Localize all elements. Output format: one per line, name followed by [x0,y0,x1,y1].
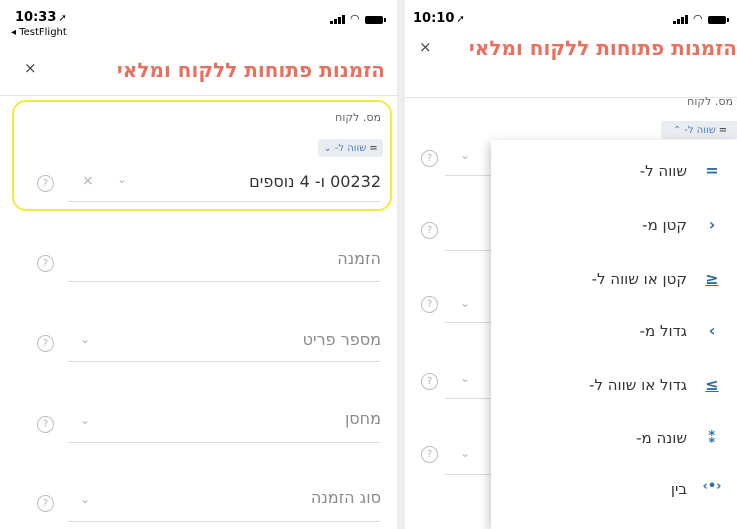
operator-chip-label: שווה ל- [334,142,367,154]
wifi-icon: ◠ [350,12,360,25]
operator-chip[interactable]: = שווה ל- ⌄ [318,139,383,157]
location-arrow-icon: ➚ [456,14,465,25]
status-icons: ◠ [673,12,729,25]
menu-item-label: גדול מ- [639,322,687,340]
chevron-down-icon[interactable]: ⌄ [460,296,470,310]
chevron-down-icon[interactable]: ⌄ [80,332,90,346]
menu-item-less-than[interactable]: › קטן מ- [491,202,737,252]
help-icon[interactable]: ? [421,150,438,167]
help-icon[interactable]: ? [37,495,54,512]
operator-chip-label: שווה ל- [684,124,716,136]
menu-item-greater-than[interactable]: ‹ גדול מ- [491,308,737,358]
close-button[interactable]: × [419,38,432,56]
status-icons: ◠ [330,12,386,25]
help-icon[interactable]: ? [421,296,438,313]
field-underline [445,175,491,176]
page-title: הזמנות פתוחות ללקוח ומלאי [468,36,737,60]
close-button[interactable]: × [24,59,37,77]
status-time: 10:33 ➚ [15,10,67,25]
signal-icon [330,15,345,24]
battery-icon [364,16,386,24]
help-icon[interactable]: ? [37,255,54,272]
equals-icon: = [369,142,378,154]
chevron-down-icon[interactable]: ⌄ [460,371,470,385]
help-icon[interactable]: ? [37,175,54,192]
chevron-down-icon[interactable]: ⌄ [117,172,127,186]
less-than-icon: › [708,215,716,234]
customer-number-value[interactable]: 00232 ו- 4 נוספים [249,172,381,191]
chevron-down-icon[interactable]: ⌄ [80,413,90,427]
screen-filter-form: 10:33 ➚ ◂ TestFlight ◠ × הזמנות פתוחות לל… [0,0,397,529]
screenshot-divider [397,0,405,529]
clear-icon[interactable]: × [82,173,94,189]
equals-icon: = [718,124,728,136]
chevron-down-icon[interactable]: ⌄ [460,446,470,460]
not-equal-icon: ⁑ [707,428,717,447]
back-to-testflight[interactable]: ◂ TestFlight [11,27,67,38]
item-number-field[interactable]: מספר פריט [303,330,381,349]
menu-item-between[interactable]: ‹•› בין [491,466,737,516]
help-icon[interactable]: ? [421,373,438,390]
help-icon[interactable]: ? [421,446,438,463]
operator-menu: = שווה ל- › קטן מ- ≥ קטן או שווה ל- ‹ גד… [491,140,737,529]
field-underline [445,474,491,475]
help-icon[interactable]: ? [37,335,54,352]
equals-icon: = [705,161,719,180]
help-icon[interactable]: ? [37,416,54,433]
operator-chip[interactable]: = שווה ל- ⌃ [661,121,737,139]
menu-item-label: שווה ל- [639,162,687,180]
less-equal-icon: ≥ [705,269,719,288]
menu-item-label: גדול או שווה ל- [589,376,687,394]
menu-item-less-or-equal[interactable]: ≥ קטן או שווה ל- [491,256,737,306]
field-underline [68,361,380,362]
customer-number-label: מס. לקוח [335,111,381,124]
menu-item-not-equal[interactable]: ⁑ שונה מ- [491,415,737,465]
help-icon[interactable]: ? [421,222,438,239]
order-field[interactable]: הזמנה [337,249,381,268]
wifi-icon: ◠ [693,12,703,25]
chevron-down-icon: ⌄ [323,142,332,154]
header-divider [0,95,397,96]
order-type-field[interactable]: סוג הזמנה [311,488,381,507]
signal-icon [673,15,688,24]
greater-than-icon: ‹ [708,321,716,340]
menu-item-equals[interactable]: = שווה ל- [491,148,737,198]
warehouse-field[interactable]: מחסן [345,409,381,428]
menu-item-label: שונה מ- [636,429,687,447]
between-icon: ‹•› [702,479,722,494]
field-underline [445,250,491,251]
page-title: הזמנות פתוחות ללקוח ומלאי [116,58,385,82]
chevron-up-icon: ⌃ [672,124,682,136]
field-underline [68,201,380,202]
menu-item-label: קטן או שווה ל- [591,270,687,288]
field-underline [445,322,491,323]
location-arrow-icon: ➚ [58,13,67,24]
menu-item-label: קטן מ- [642,216,687,234]
field-underline [68,281,380,282]
field-underline [68,521,380,522]
field-underline [68,442,380,443]
chevron-down-icon[interactable]: ⌄ [460,148,470,162]
menu-item-label: בין [670,480,687,498]
screen-operator-menu: 10:10 ➚ ◠ × הזמנות פתוחות ללקוח ומלאי מס.… [405,0,737,529]
chevron-down-icon[interactable]: ⌄ [80,492,90,506]
status-time: 10:10 ➚ [413,11,465,26]
customer-number-label: מס. לקוח [687,95,733,108]
menu-item-greater-or-equal[interactable]: ≤ גדול או שווה ל- [491,362,737,412]
field-underline [445,398,491,399]
battery-icon [707,16,729,24]
greater-equal-icon: ≤ [705,375,719,394]
